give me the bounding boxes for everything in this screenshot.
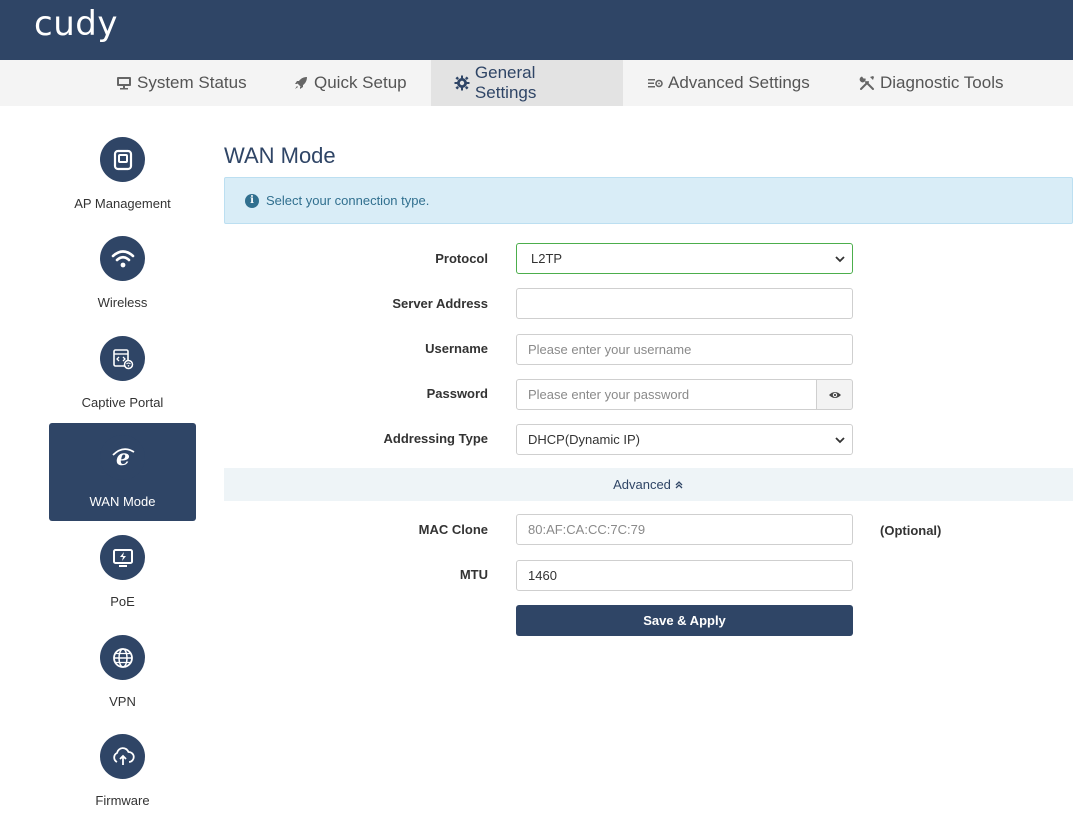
- addressing-type-label: Addressing Type: [383, 431, 488, 446]
- protocol-label: Protocol: [435, 251, 488, 266]
- nav-system-status[interactable]: System Status: [93, 60, 269, 106]
- top-header: cudy: [0, 0, 1073, 60]
- advanced-toggle[interactable]: Advanced: [224, 468, 1073, 501]
- sidebar-item-vpn[interactable]: VPN: [49, 623, 196, 721]
- sidebar-item-label: WAN Mode: [89, 494, 156, 509]
- nav-label: General Settings: [474, 63, 537, 102]
- advanced-label: Advanced: [613, 477, 671, 492]
- addressing-type-value: DHCP(Dynamic IP): [528, 432, 640, 447]
- save-apply-button[interactable]: Save & Apply: [516, 605, 853, 636]
- mtu-value: 1460: [528, 568, 557, 583]
- nav-advanced-settings[interactable]: Advanced Settings: [624, 60, 832, 106]
- info-icon: i: [245, 193, 259, 208]
- cloud-upload-icon: [100, 734, 145, 779]
- cudy-logo[interactable]: cudy: [34, 4, 118, 44]
- chevron-down-icon: [835, 437, 845, 444]
- show-password-button[interactable]: [816, 379, 853, 410]
- nav-diagnostic-tools[interactable]: Diagnostic Tools: [836, 60, 1025, 106]
- sidebar-item-wireless[interactable]: Wireless: [49, 224, 196, 322]
- protocol-select[interactable]: L2TP: [516, 243, 853, 274]
- mac-clone-input[interactable]: 80:AF:CA:CC:7C:79: [516, 514, 853, 545]
- server-address-label: Server Address: [392, 296, 488, 311]
- sidebar-item-label: PoE: [110, 594, 135, 609]
- main-nav: System Status Quick Setup General Settin…: [0, 60, 1073, 106]
- portal-page-icon: [100, 336, 145, 381]
- sidebar-item-label: VPN: [109, 694, 136, 709]
- nav-label: Diagnostic Tools: [880, 73, 1004, 92]
- monitor-icon: [115, 74, 133, 92]
- sliders-gear-icon: [646, 74, 664, 92]
- mac-clone-placeholder: 80:AF:CA:CC:7C:79: [528, 522, 646, 537]
- mac-clone-label: MAC Clone: [418, 522, 488, 537]
- poe-monitor-icon: [100, 535, 145, 580]
- sidebar-item-label: Wireless: [97, 295, 148, 310]
- nav-label: System Status: [137, 73, 247, 92]
- mtu-label: MTU: [459, 567, 488, 582]
- eye-icon: [828, 391, 841, 398]
- sidebar-item-wan-mode[interactable]: e WAN Mode: [49, 423, 196, 521]
- ap-device-icon: [100, 137, 145, 182]
- password-input[interactable]: Please enter your password: [516, 379, 817, 410]
- nav-general-settings[interactable]: General Settings: [431, 60, 623, 106]
- sidebar-item-label: Captive Portal: [81, 395, 164, 410]
- username-input[interactable]: Please enter your username: [516, 334, 853, 365]
- nav-label: Quick Setup: [314, 73, 407, 92]
- page-title: WAN Mode: [224, 143, 336, 168]
- protocol-value: L2TP: [531, 251, 563, 266]
- addressing-type-select[interactable]: DHCP(Dynamic IP): [516, 424, 853, 455]
- chevron-down-icon: [835, 256, 845, 263]
- nav-quick-setup[interactable]: Quick Setup: [270, 60, 429, 106]
- server-address-input[interactable]: [516, 288, 853, 319]
- sidebar-item-ap-management[interactable]: AP Management: [49, 125, 196, 223]
- info-alert: i Select your connection type.: [224, 177, 1073, 224]
- globe-icon: [100, 635, 145, 680]
- sidebar-item-label: Firmware: [95, 793, 150, 808]
- sidebar-item-label: AP Management: [74, 196, 171, 211]
- rocket-icon: [292, 74, 310, 92]
- password-placeholder: Please enter your password: [528, 387, 690, 402]
- password-label: Password: [426, 386, 488, 401]
- username-label: Username: [425, 341, 488, 356]
- gear-icon: [453, 74, 471, 92]
- wrench-screwdriver-icon: [858, 74, 876, 92]
- double-chevron-up-icon: [675, 480, 683, 488]
- nav-label: Advanced Settings: [668, 73, 810, 92]
- username-placeholder: Please enter your username: [528, 342, 692, 357]
- sidebar-item-firmware[interactable]: Firmware: [49, 722, 196, 820]
- mtu-input[interactable]: 1460: [516, 560, 853, 591]
- info-text: Select your connection type.: [266, 193, 430, 208]
- wifi-icon: [100, 236, 145, 281]
- sidebar-item-captive-portal[interactable]: Captive Portal: [49, 324, 196, 422]
- optional-hint: (Optional): [880, 523, 942, 538]
- sidebar-item-poe[interactable]: PoE: [49, 523, 196, 621]
- internet-e-icon: e: [100, 435, 145, 480]
